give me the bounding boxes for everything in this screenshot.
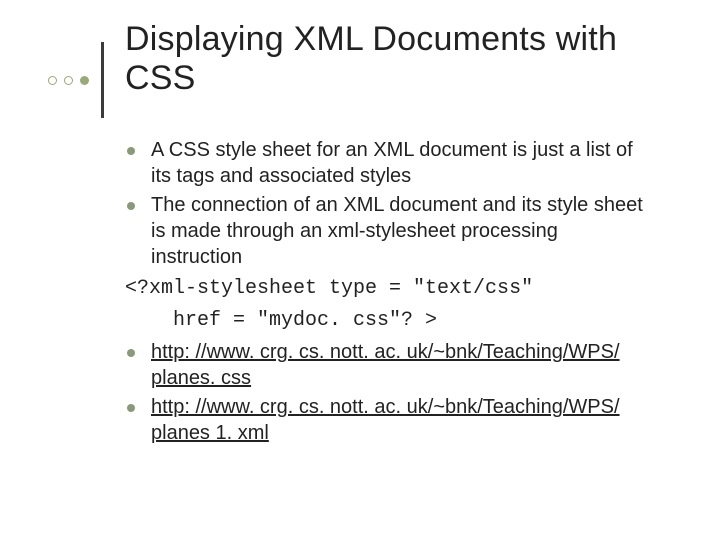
code-line: href = "mydoc. css"? > (125, 308, 650, 334)
bullet-list-links: http: //www. crg. cs. nott. ac. uk/~bnk/… (125, 340, 650, 446)
link-text[interactable]: http: //www. crg. cs. nott. ac. uk/~bnk/… (151, 341, 620, 389)
bullet-item: The connection of an XML document and it… (125, 193, 650, 270)
link-text[interactable]: http: //www. crg. cs. nott. ac. uk/~bnk/… (151, 396, 620, 444)
decor-dot-solid (80, 76, 89, 85)
title-decor (48, 42, 104, 118)
bullet-item: http: //www. crg. cs. nott. ac. uk/~bnk/… (125, 340, 650, 391)
bullet-item: A CSS style sheet for an XML document is… (125, 138, 650, 189)
slide-content: A CSS style sheet for an XML document is… (125, 138, 650, 446)
code-line: <?xml-stylesheet type = "text/css" (125, 276, 650, 302)
slide-title: Displaying XML Documents with CSS (125, 20, 660, 98)
slide: Displaying XML Documents with CSS A CSS … (0, 0, 720, 540)
bullet-list-top: A CSS style sheet for an XML document is… (125, 138, 650, 270)
decor-dot-hollow (48, 76, 57, 85)
decor-vline (101, 42, 104, 118)
bullet-item: http: //www. crg. cs. nott. ac. uk/~bnk/… (125, 395, 650, 446)
decor-dot-hollow (64, 76, 73, 85)
